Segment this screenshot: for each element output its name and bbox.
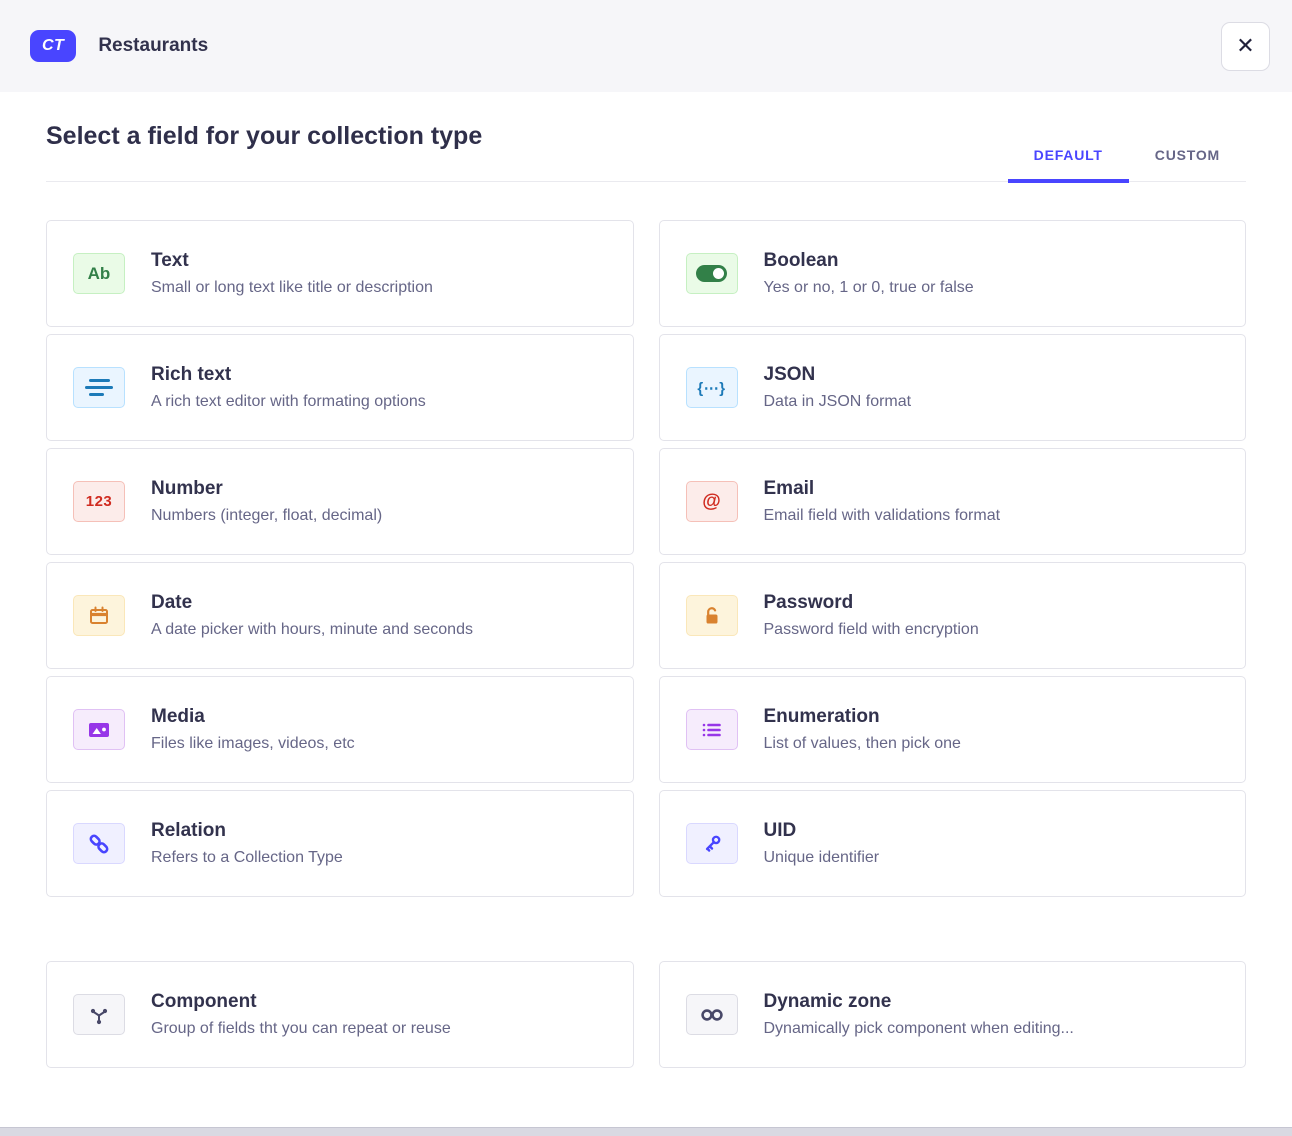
infinity-icon: [686, 994, 738, 1035]
field-card-number[interactable]: 123 Number Numbers (integer, float, deci…: [46, 448, 634, 555]
field-card-rich-text[interactable]: Rich text A rich text editor with format…: [46, 334, 634, 441]
field-cards-grid: Ab Text Small or long text like title or…: [46, 220, 1246, 897]
field-description: A date picker with hours, minute and sec…: [151, 621, 473, 639]
modal-header: CT Restaurants ✕: [0, 0, 1292, 92]
branch-nodes-icon: [73, 994, 125, 1035]
advanced-cards-grid: Component Group of fields tht you can re…: [46, 961, 1246, 1068]
field-title: Email: [764, 478, 1001, 500]
field-card-text[interactable]: Ab Text Small or long text like title or…: [46, 220, 634, 327]
number-123-icon: 123: [73, 481, 125, 522]
field-title: Relation: [151, 820, 343, 842]
field-title: Date: [151, 592, 473, 614]
field-card-component[interactable]: Component Group of fields tht you can re…: [46, 961, 634, 1068]
field-card-uid[interactable]: UID Unique identifier: [659, 790, 1247, 897]
chain-link-icon: [73, 823, 125, 864]
tab-bar: DEFAULT CUSTOM: [1008, 133, 1246, 181]
footer-divider: [0, 1127, 1292, 1136]
title-row: Select a field for your collection type …: [46, 122, 1246, 182]
field-description: Password field with encryption: [764, 621, 979, 639]
calendar-icon: [73, 595, 125, 636]
field-card-date[interactable]: Date A date picker with hours, minute an…: [46, 562, 634, 669]
bullet-list-icon: [686, 709, 738, 750]
close-icon: ✕: [1236, 33, 1254, 59]
json-braces-icon: {⋯}: [686, 367, 738, 408]
tab-custom[interactable]: CUSTOM: [1129, 133, 1246, 181]
field-description: Group of fields tht you can repeat or re…: [151, 1020, 451, 1038]
field-card-password[interactable]: Password Password field with encryption: [659, 562, 1247, 669]
page-title: Select a field for your collection type: [46, 122, 482, 181]
collection-type-badge: CT: [30, 30, 76, 62]
field-title: Password: [764, 592, 979, 614]
field-description: Yes or no, 1 or 0, true or false: [764, 279, 974, 297]
field-card-enumeration[interactable]: Enumeration List of values, then pick on…: [659, 676, 1247, 783]
field-title: Enumeration: [764, 706, 961, 728]
email-at-icon: @: [686, 481, 738, 522]
lock-icon: [686, 595, 738, 636]
field-title: Number: [151, 478, 382, 500]
field-title: Boolean: [764, 250, 974, 272]
field-description: Data in JSON format: [764, 393, 912, 411]
key-icon: [686, 823, 738, 864]
field-description: A rich text editor with formating option…: [151, 393, 426, 411]
toggle-switch-icon: [696, 265, 727, 282]
field-card-dynamic-zone[interactable]: Dynamic zone Dynamically pick component …: [659, 961, 1247, 1068]
field-title: Text: [151, 250, 433, 272]
field-description: Email field with validations format: [764, 507, 1001, 525]
field-card-email[interactable]: @ Email Email field with validations for…: [659, 448, 1247, 555]
field-description: Dynamically pick component when editing.…: [764, 1020, 1074, 1038]
field-card-json[interactable]: {⋯} JSON Data in JSON format: [659, 334, 1247, 441]
field-card-relation[interactable]: Relation Refers to a Collection Type: [46, 790, 634, 897]
collection-title: Restaurants: [98, 35, 208, 57]
field-title: Media: [151, 706, 355, 728]
field-description: Files like images, videos, etc: [151, 735, 355, 753]
field-description: Small or long text like title or descrip…: [151, 279, 433, 297]
tab-default[interactable]: DEFAULT: [1008, 133, 1129, 183]
image-icon: [73, 709, 125, 750]
field-description: Refers to a Collection Type: [151, 849, 343, 867]
field-description: Unique identifier: [764, 849, 880, 867]
field-card-media[interactable]: Media Files like images, videos, etc: [46, 676, 634, 783]
rich-text-lines-icon: [73, 367, 125, 408]
field-description: List of values, then pick one: [764, 735, 961, 753]
field-card-boolean[interactable]: Boolean Yes or no, 1 or 0, true or false: [659, 220, 1247, 327]
ab-text-icon: Ab: [73, 253, 125, 294]
close-button[interactable]: ✕: [1221, 22, 1270, 71]
field-title: JSON: [764, 364, 912, 386]
field-title: Rich text: [151, 364, 426, 386]
field-description: Numbers (integer, float, decimal): [151, 507, 382, 525]
field-title: UID: [764, 820, 880, 842]
field-title: Dynamic zone: [764, 991, 1074, 1013]
toggle-icon: [686, 253, 738, 294]
field-title: Component: [151, 991, 451, 1013]
